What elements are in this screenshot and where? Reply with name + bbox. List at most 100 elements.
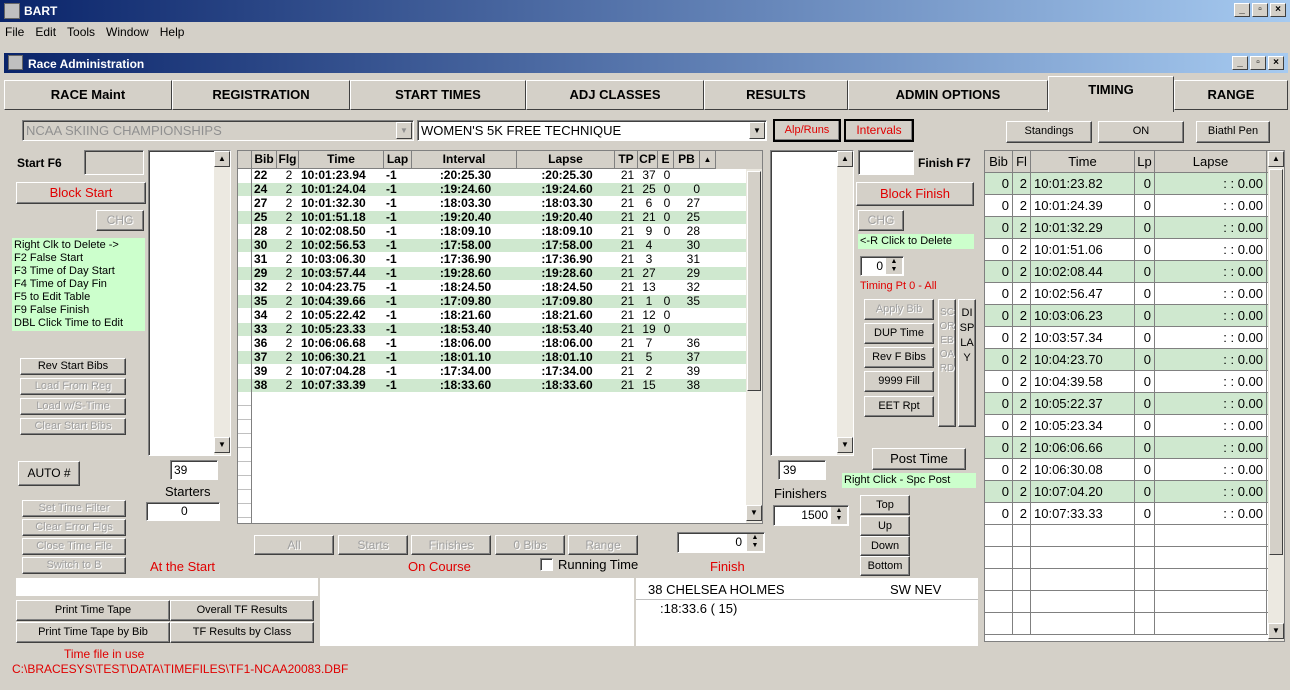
start-bib-input[interactable] [84,150,144,175]
child-maximize-icon[interactable]: ▫ [1250,56,1266,70]
tab-results[interactable]: RESULTS [704,80,848,110]
tab-race-maint[interactable]: RACE Maint [4,80,172,110]
header-interval[interactable]: Interval [412,151,517,169]
table-row[interactable]: 24 2 10:01:24.04 -1:19:24.60:19:24.60 21 25 0 0 [238,183,746,196]
race-select[interactable]: WOMEN'S 5K FREE TECHNIQUE ▼ [417,120,767,141]
print-time-tape-by-bib-button[interactable]: Print Time Tape by Bib [16,622,170,643]
finish-chg-button[interactable]: CHG [858,210,904,231]
header-pb[interactable]: PB [674,151,700,169]
finish-bib-input[interactable] [858,150,914,175]
table-row[interactable]: 32 2 10:04:23.75 -1:18:24.50:18:24.50 21 13 32 [238,281,746,294]
header-time[interactable]: Time [299,151,384,169]
header-bib[interactable]: Bib [252,151,277,169]
scroll-up-icon[interactable]: ▲ [837,151,853,167]
load-ws-time-button[interactable]: Load w/S-Time [20,398,126,415]
down-button[interactable]: Down [860,536,910,556]
spinner-arrows-icon[interactable]: ▲ ▼ [747,534,763,551]
header-cp[interactable]: CP [638,151,658,169]
scroll-thumb[interactable] [747,171,761,391]
table-row[interactable]: 0 2 10:02:56.47 0: : 0.00 [985,283,1268,305]
minimize-icon[interactable]: _ [1234,3,1250,17]
table-row[interactable]: 0 2 10:01:23.82 0: : 0.00 [985,173,1268,195]
filter-0bibs-button[interactable]: 0 Bibs [495,535,565,555]
header-lapse[interactable]: Lapse [517,151,615,169]
filter-starts-button[interactable]: Starts [338,535,408,555]
header-e[interactable]: E [658,151,674,169]
spinner-arrows-icon[interactable]: ▲ ▼ [831,507,847,524]
rev-f-bibs-button[interactable]: Rev F Bibs [864,347,934,368]
table-row[interactable]: 0 2 10:01:24.39 0: : 0.00 [985,195,1268,217]
auto-number-button[interactable]: AUTO # [18,461,80,486]
start-chg-button[interactable]: CHG [96,210,144,231]
timing-table-scrollbar[interactable]: ▲ ▼ [1268,151,1284,641]
table-row[interactable]: 39 2 10:07:04.28 -1:17:34.00:17:34.00 21 2 39 [238,365,746,378]
start-bibs-list[interactable]: ▲ ▼ [148,150,231,456]
close-icon[interactable]: × [1270,3,1286,17]
header-lapse[interactable]: Lapse [1155,151,1267,172]
on-button[interactable]: ON [1098,121,1184,143]
header-bib[interactable]: Bib [985,151,1013,172]
menu-window[interactable]: Window [101,22,155,39]
bottom-button[interactable]: Bottom [860,556,910,576]
clear-error-flgs-button[interactable]: Clear Error Flgs [22,519,126,536]
block-finish-button[interactable]: Block Finish [856,182,974,206]
dup-time-button[interactable]: DUP Time [864,323,934,344]
timing-table[interactable]: Bib Fl Time Lp Lapse 0 2 10:01:23.82 0: : 0… [984,150,1285,642]
table-row[interactable]: 22 2 10:01:23.94 -1:20:25.30:20:25.30 21 37 0 [238,169,746,182]
biathl-pen-button[interactable]: Biathl Pen [1196,121,1270,143]
clear-start-bibs-button[interactable]: Clear Start Bibs [20,418,126,435]
table-row[interactable]: 34 2 10:05:22.42 -1:18:21.60:18:21.60 21 12 0 [238,309,746,322]
header-lap[interactable]: Lap [384,151,412,169]
tab-admin-options[interactable]: ADMIN OPTIONS [848,80,1048,110]
table-row[interactable]: 30 2 10:02:56.53 -1:17:58.00:17:58.00 21 4 30 [238,239,746,252]
menu-file[interactable]: File [0,22,30,39]
main-table-scrollbar[interactable]: ▼ [746,169,762,523]
scroll-thumb[interactable] [1269,169,1283,555]
print-time-tape-button[interactable]: Print Time Tape [16,600,170,621]
scroll-up-icon[interactable]: ▲ [700,151,716,169]
set-time-filter-button[interactable]: Set Time Filter [22,500,126,517]
table-row[interactable]: 29 2 10:03:57.44 -1:19:28.60:19:28.60 21 27 29 [238,267,746,280]
table-row[interactable]: 33 2 10:05:23.33 -1:18:53.40:18:53.40 21 19 0 [238,323,746,336]
table-row[interactable]: 38 2 10:07:33.39 -1:18:33.60:18:33.60 21 15 38 [238,379,746,392]
table-row[interactable]: 27 2 10:01:32.30 -1:18:03.30:18:03.30 21 6 0 27 [238,197,746,210]
table-row[interactable]: 0 2 10:06:30.08 0: : 0.00 [985,459,1268,481]
main-timing-table[interactable]: Bib Flg Time Lap Interval Lapse TP CP E … [237,150,763,524]
child-minimize-icon[interactable]: _ [1232,56,1248,70]
top-button[interactable]: Top [860,495,910,515]
scroll-up-icon[interactable]: ▲ [1268,151,1284,167]
table-row[interactable]: 0 2 10:01:32.29 0: : 0.00 [985,217,1268,239]
table-row[interactable]: 0 2 10:07:04.20 0: : 0.00 [985,481,1268,503]
start-list-scrollbar[interactable]: ▲ ▼ [214,151,230,455]
header-tp[interactable]: TP [615,151,638,169]
header-flg[interactable]: Flg [277,151,299,169]
tab-timing[interactable]: TIMING [1048,76,1174,112]
table-row[interactable]: 28 2 10:02:08.50 -1:18:09.10:18:09.10 21 9 0 28 [238,225,746,238]
up-button[interactable]: Up [860,516,910,536]
tf-results-by-class-button[interactable]: TF Results by Class [170,622,314,643]
range-spinner[interactable]: 0 ▲ ▼ [677,532,765,553]
overall-tf-results-button[interactable]: Overall TF Results [170,600,314,621]
table-row[interactable]: 0 2 10:03:57.34 0: : 0.00 [985,327,1268,349]
alp-runs-button[interactable]: Alp/Runs [773,119,841,142]
standings-button[interactable]: Standings [1006,121,1092,143]
scroll-down-icon[interactable]: ▼ [746,505,762,521]
child-close-icon[interactable]: × [1268,56,1284,70]
scoreboard-button[interactable]: SCOREBOARD [938,299,956,427]
scroll-down-icon[interactable]: ▼ [1268,623,1284,639]
post-time-button[interactable]: Post Time [872,448,966,470]
timing-pt-spinner[interactable]: 0 ▲ ▼ [860,256,904,276]
intervals-button[interactable]: Intervals [844,119,914,142]
table-row[interactable]: 25 2 10:01:51.18 -1:19:20.40:19:20.40 21 21 0 2… [238,211,746,224]
table-row[interactable]: 0 2 10:01:51.06 0: : 0.00 [985,239,1268,261]
time-filter-input[interactable]: 0 [146,502,220,521]
scroll-down-icon[interactable]: ▼ [214,437,230,453]
table-row[interactable]: 35 2 10:04:39.66 -1:17:09.80:17:09.80 21 1 0 35 [238,295,746,308]
switch-to-b-button[interactable]: Switch to B [22,557,126,574]
table-row[interactable]: 0 2 10:04:23.70 0: : 0.00 [985,349,1268,371]
scroll-up-icon[interactable]: ▲ [214,151,230,167]
championship-select[interactable]: NCAA SKIING CHAMPIONSHIPS ▼ [22,120,414,141]
display-button[interactable]: DISPLAY [958,299,976,427]
table-row[interactable]: 0 2 10:05:22.37 0: : 0.00 [985,393,1268,415]
table-row[interactable]: 0 2 10:06:06.66 0: : 0.00 [985,437,1268,459]
